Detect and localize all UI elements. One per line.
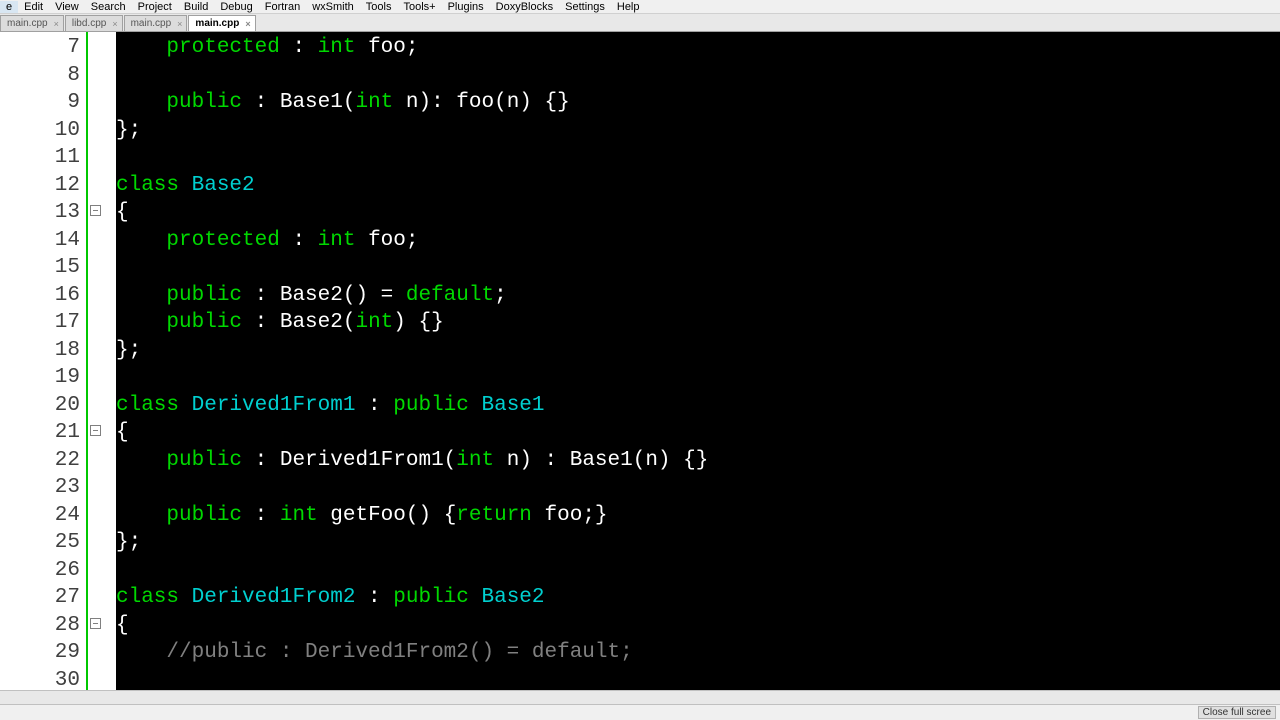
code-line[interactable]: //public : Derived1From2() = default; bbox=[116, 639, 1280, 667]
code-line[interactable]: }; bbox=[116, 529, 1280, 557]
close-icon[interactable]: × bbox=[54, 19, 59, 29]
menu-edit[interactable]: Edit bbox=[18, 1, 49, 13]
line-number: 16 bbox=[0, 282, 80, 310]
line-number-gutter: 7891011121314151617181920212223242526272… bbox=[0, 32, 88, 690]
line-number: 12 bbox=[0, 172, 80, 200]
code-line[interactable] bbox=[116, 557, 1280, 585]
code-line[interactable]: class Derived1From2 : public Base2 bbox=[116, 584, 1280, 612]
fold-toggle-icon[interactable] bbox=[90, 618, 101, 629]
code-line[interactable]: }; bbox=[116, 337, 1280, 365]
close-icon[interactable]: × bbox=[112, 19, 117, 29]
tab-maincpp[interactable]: main.cpp × bbox=[188, 15, 255, 31]
code-line[interactable]: public : Base2(int) {} bbox=[116, 309, 1280, 337]
menu-tools[interactable]: Tools bbox=[360, 1, 398, 13]
tab-label: main.cpp bbox=[7, 18, 48, 29]
menu-help[interactable]: Help bbox=[611, 1, 646, 13]
code-line[interactable]: { bbox=[116, 419, 1280, 447]
line-number: 13 bbox=[0, 199, 80, 227]
fold-toggle-icon[interactable] bbox=[90, 205, 101, 216]
line-number: 27 bbox=[0, 584, 80, 612]
fold-toggle-icon[interactable] bbox=[90, 425, 101, 436]
close-icon[interactable]: × bbox=[177, 19, 182, 29]
line-number: 15 bbox=[0, 254, 80, 282]
code-line[interactable] bbox=[116, 254, 1280, 282]
menu-settings[interactable]: Settings bbox=[559, 1, 611, 13]
code-line[interactable]: protected : int foo; bbox=[116, 227, 1280, 255]
menubar: eEditViewSearchProjectBuildDebugFortranw… bbox=[0, 0, 1280, 14]
code-area[interactable]: protected : int foo; public : Base1(int … bbox=[116, 32, 1280, 690]
line-number: 30 bbox=[0, 667, 80, 691]
line-number: 7 bbox=[0, 34, 80, 62]
tab-label: main.cpp bbox=[195, 18, 239, 29]
line-number: 26 bbox=[0, 557, 80, 585]
menu-wxsmith[interactable]: wxSmith bbox=[306, 1, 360, 13]
code-line[interactable] bbox=[116, 144, 1280, 172]
line-number: 25 bbox=[0, 529, 80, 557]
line-number: 21 bbox=[0, 419, 80, 447]
line-number: 23 bbox=[0, 474, 80, 502]
menu-e[interactable]: e bbox=[0, 1, 18, 13]
menu-debug[interactable]: Debug bbox=[214, 1, 258, 13]
line-number: 22 bbox=[0, 447, 80, 475]
line-number: 8 bbox=[0, 62, 80, 90]
close-icon[interactable]: × bbox=[245, 19, 250, 29]
code-line[interactable]: { bbox=[116, 612, 1280, 640]
tabbar: main.cpp × libd.cpp × main.cpp × main.cpp × bbox=[0, 14, 1280, 32]
fold-column[interactable] bbox=[88, 32, 116, 690]
line-number: 9 bbox=[0, 89, 80, 117]
line-number: 18 bbox=[0, 337, 80, 365]
line-number: 24 bbox=[0, 502, 80, 530]
menu-project[interactable]: Project bbox=[132, 1, 178, 13]
line-number: 10 bbox=[0, 117, 80, 145]
code-line[interactable]: { bbox=[116, 199, 1280, 227]
code-line[interactable] bbox=[116, 474, 1280, 502]
tab-maincpp[interactable]: main.cpp × bbox=[124, 15, 188, 31]
menu-fortran[interactable]: Fortran bbox=[259, 1, 306, 13]
tab-label: main.cpp bbox=[131, 18, 172, 29]
editor[interactable]: 7891011121314151617181920212223242526272… bbox=[0, 32, 1280, 690]
code-line[interactable]: class Base2 bbox=[116, 172, 1280, 200]
menu-doxyblocks[interactable]: DoxyBlocks bbox=[490, 1, 559, 13]
line-number: 20 bbox=[0, 392, 80, 420]
code-line[interactable] bbox=[116, 364, 1280, 392]
line-number: 11 bbox=[0, 144, 80, 172]
menu-search[interactable]: Search bbox=[85, 1, 132, 13]
line-number: 19 bbox=[0, 364, 80, 392]
line-number: 29 bbox=[0, 639, 80, 667]
tab-label: libd.cpp bbox=[72, 18, 106, 29]
menu-build[interactable]: Build bbox=[178, 1, 214, 13]
code-line[interactable]: public : Base1(int n): foo(n) {} bbox=[116, 89, 1280, 117]
line-number: 14 bbox=[0, 227, 80, 255]
code-line[interactable] bbox=[116, 667, 1280, 691]
code-line[interactable]: }; bbox=[116, 117, 1280, 145]
code-line[interactable]: protected : int foo; bbox=[116, 34, 1280, 62]
code-line[interactable]: public : Derived1From1(int n) : Base1(n)… bbox=[116, 447, 1280, 475]
code-line[interactable]: public : int getFoo() {return foo;} bbox=[116, 502, 1280, 530]
menu-tools[interactable]: Tools+ bbox=[397, 1, 441, 13]
menu-plugins[interactable]: Plugins bbox=[442, 1, 490, 13]
line-number: 17 bbox=[0, 309, 80, 337]
tab-maincpp[interactable]: main.cpp × bbox=[0, 15, 64, 31]
code-line[interactable]: public : Base2() = default; bbox=[116, 282, 1280, 310]
line-number: 28 bbox=[0, 612, 80, 640]
tab-libdcpp[interactable]: libd.cpp × bbox=[65, 15, 123, 31]
code-line[interactable]: class Derived1From1 : public Base1 bbox=[116, 392, 1280, 420]
statusbar: Close full scree bbox=[0, 704, 1280, 720]
code-line[interactable] bbox=[116, 62, 1280, 90]
close-fullscreen-button[interactable]: Close full scree bbox=[1198, 706, 1276, 719]
horizontal-scrollbar[interactable] bbox=[0, 690, 1280, 704]
menu-view[interactable]: View bbox=[49, 1, 85, 13]
